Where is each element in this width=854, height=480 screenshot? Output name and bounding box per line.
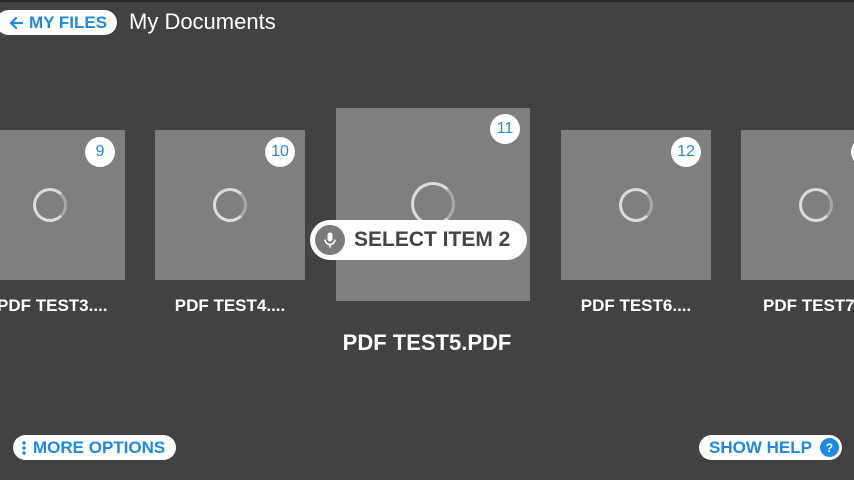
item-number-badge: 11: [490, 114, 520, 144]
document-name-label: PDF TEST4....: [174, 296, 286, 315]
loading-spinner-icon: [619, 188, 653, 222]
item-number-badge: 10: [265, 137, 295, 167]
document-name-label: PDF TEST7: [763, 296, 854, 315]
loading-spinner-icon: [799, 188, 833, 222]
selected-document-name: PDF TEST5.PDF: [342, 330, 512, 355]
document-tile-11[interactable]: 11: [336, 108, 530, 301]
document-name-label: PDF TEST6....: [580, 296, 692, 315]
voice-command-label: SELECT ITEM 2: [354, 228, 511, 251]
document-tile-9[interactable]: 9: [0, 130, 125, 280]
voice-command-prompt[interactable]: SELECT ITEM 2: [310, 220, 528, 260]
loading-spinner-icon: [33, 188, 67, 222]
document-name-label: PDF TEST3....: [0, 296, 108, 315]
more-options-button[interactable]: MORE OPTIONS: [13, 435, 177, 460]
microphone-icon: [315, 225, 345, 255]
more-options-label: MORE OPTIONS: [33, 437, 166, 457]
document-tile-12[interactable]: 12: [561, 130, 711, 280]
document-tile-13[interactable]: [741, 130, 854, 280]
help-icon: ?: [819, 438, 839, 457]
show-help-button[interactable]: SHOW HELP ?: [699, 435, 842, 460]
item-number-badge: 9: [85, 137, 115, 167]
app-screen: MY FILES My Documents 9 PDF TEST3.... 10…: [0, 0, 854, 480]
vertical-dots-icon: [22, 440, 26, 455]
document-tile-10[interactable]: 10: [155, 130, 305, 280]
show-help-label: SHOW HELP: [709, 437, 812, 457]
loading-spinner-icon: [213, 188, 247, 222]
item-number-badge: 12: [671, 137, 701, 167]
